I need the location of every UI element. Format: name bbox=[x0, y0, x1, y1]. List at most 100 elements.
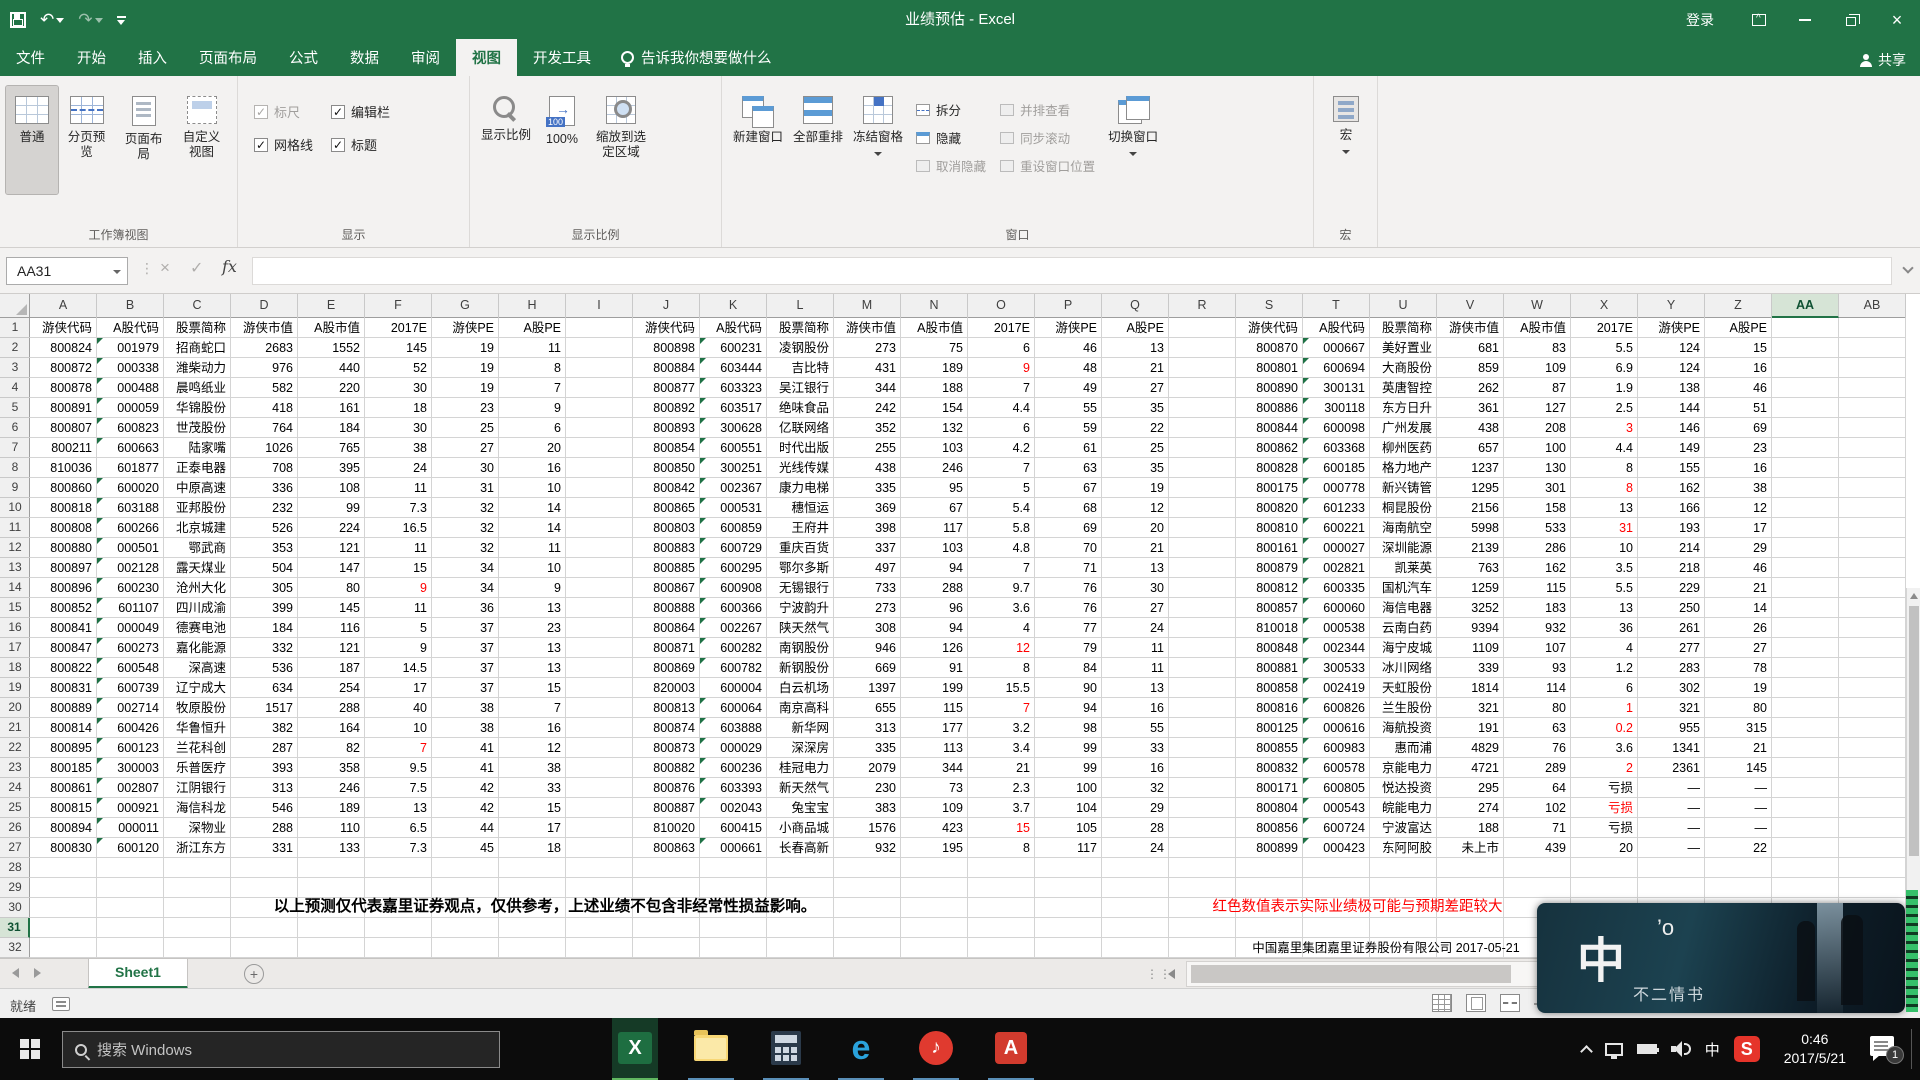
cell[interactable]: 48 bbox=[1035, 358, 1102, 378]
macro-record-icon[interactable] bbox=[52, 997, 70, 1011]
cell[interactable]: 600578 bbox=[1303, 758, 1370, 778]
cell[interactable]: 800887 bbox=[633, 798, 700, 818]
cell[interactable]: 73 bbox=[901, 778, 968, 798]
cell[interactable]: 9.5 bbox=[365, 758, 432, 778]
cell[interactable]: 358 bbox=[298, 758, 365, 778]
cell[interactable]: 8 bbox=[968, 838, 1035, 858]
cell[interactable]: 000501 bbox=[97, 538, 164, 558]
cell[interactable]: 37 bbox=[432, 658, 499, 678]
cell[interactable]: 600004 bbox=[700, 678, 767, 698]
cell[interactable]: 7.3 bbox=[365, 838, 432, 858]
cell[interactable]: 332 bbox=[231, 638, 298, 658]
cell[interactable]: 9 bbox=[499, 578, 566, 598]
cell[interactable]: 763 bbox=[1437, 558, 1504, 578]
cell[interactable]: 187 bbox=[298, 658, 365, 678]
cell[interactable]: 27 bbox=[1705, 638, 1772, 658]
cell[interactable]: 浙江东方 bbox=[164, 838, 231, 858]
cell[interactable]: 144 bbox=[1638, 398, 1705, 418]
cell[interactable]: 121 bbox=[298, 538, 365, 558]
cell[interactable]: 124 bbox=[1638, 338, 1705, 358]
cell[interactable]: 105 bbox=[1035, 818, 1102, 838]
cell[interactable]: 8 bbox=[1571, 458, 1638, 478]
cell[interactable]: 289 bbox=[1504, 758, 1571, 778]
cell[interactable]: 800847 bbox=[30, 638, 97, 658]
cell[interactable]: 603393 bbox=[700, 778, 767, 798]
cell[interactable]: 149 bbox=[1638, 438, 1705, 458]
cell[interactable]: 800879 bbox=[1236, 558, 1303, 578]
cell[interactable]: 002821 bbox=[1303, 558, 1370, 578]
cell[interactable]: 439 bbox=[1504, 838, 1571, 858]
cell[interactable]: 161 bbox=[298, 398, 365, 418]
cell[interactable]: 261 bbox=[1638, 618, 1705, 638]
cell[interactable]: 25 bbox=[432, 418, 499, 438]
cell[interactable]: 4.4 bbox=[1571, 438, 1638, 458]
cell[interactable]: 21 bbox=[1102, 358, 1169, 378]
cell[interactable]: 000538 bbox=[1303, 618, 1370, 638]
cell[interactable]: 132 bbox=[901, 418, 968, 438]
cell[interactable]: 800810 bbox=[1236, 518, 1303, 538]
cell[interactable]: 游侠市值 bbox=[834, 318, 901, 338]
cell[interactable]: 游侠市值 bbox=[231, 318, 298, 338]
cell[interactable]: 7 bbox=[499, 698, 566, 718]
column-header-T[interactable]: T bbox=[1303, 294, 1370, 318]
cell[interactable]: 6 bbox=[1571, 678, 1638, 698]
column-header-AA[interactable]: AA bbox=[1772, 294, 1839, 318]
cell[interactable]: 162 bbox=[1504, 558, 1571, 578]
cell[interactable]: 东阿阿胶 bbox=[1370, 838, 1437, 858]
cell[interactable]: 800815 bbox=[30, 798, 97, 818]
cell[interactable]: A股PE bbox=[1102, 318, 1169, 338]
cell[interactable]: 313 bbox=[834, 718, 901, 738]
cell[interactable]: 7 bbox=[968, 558, 1035, 578]
cell[interactable]: 1026 bbox=[231, 438, 298, 458]
cell[interactable]: 800870 bbox=[1236, 338, 1303, 358]
cell[interactable]: 600221 bbox=[1303, 518, 1370, 538]
show-desktop-button[interactable] bbox=[1912, 1018, 1920, 1080]
row-header-19[interactable]: 19 bbox=[0, 678, 30, 698]
switch-windows-button[interactable]: 切换窗口 bbox=[1103, 86, 1163, 194]
cell[interactable]: 27 bbox=[432, 438, 499, 458]
cell[interactable]: 4829 bbox=[1437, 738, 1504, 758]
cell[interactable]: 193 bbox=[1638, 518, 1705, 538]
cell[interactable]: 93 bbox=[1504, 658, 1571, 678]
cell[interactable]: 765 bbox=[298, 438, 365, 458]
cell[interactable]: 600231 bbox=[700, 338, 767, 358]
cell[interactable]: 沧州大化 bbox=[164, 578, 231, 598]
cell[interactable]: 96 bbox=[901, 598, 968, 618]
cell[interactable]: 398 bbox=[834, 518, 901, 538]
cell[interactable]: 广州发展 bbox=[1370, 418, 1437, 438]
cell[interactable]: 23 bbox=[499, 618, 566, 638]
cell[interactable]: 41 bbox=[432, 758, 499, 778]
tab-审阅[interactable]: 审阅 bbox=[395, 39, 456, 76]
zoom-button[interactable]: 显示比例 bbox=[476, 86, 536, 194]
cell[interactable]: 5.5 bbox=[1571, 578, 1638, 598]
cell[interactable]: 002419 bbox=[1303, 678, 1370, 698]
column-header-N[interactable]: N bbox=[901, 294, 968, 318]
name-box[interactable]: AA31 bbox=[6, 257, 128, 285]
cell[interactable]: 13 bbox=[1571, 498, 1638, 518]
cell[interactable]: 305 bbox=[231, 578, 298, 598]
cell[interactable]: 657 bbox=[1437, 438, 1504, 458]
cell[interactable]: 600064 bbox=[700, 698, 767, 718]
cell[interactable]: 600782 bbox=[700, 658, 767, 678]
cell[interactable]: — bbox=[1638, 818, 1705, 838]
cell[interactable]: 16 bbox=[499, 718, 566, 738]
cell[interactable]: 12 bbox=[1102, 498, 1169, 518]
cell[interactable]: 59 bbox=[1035, 418, 1102, 438]
cell[interactable]: 11 bbox=[499, 538, 566, 558]
sign-in-button[interactable]: 登录 bbox=[1664, 0, 1736, 40]
cell[interactable]: 94 bbox=[901, 558, 968, 578]
cell[interactable]: 195 bbox=[901, 838, 968, 858]
cell[interactable]: 800812 bbox=[1236, 578, 1303, 598]
cell[interactable]: 83 bbox=[1504, 338, 1571, 358]
cell[interactable]: 陕天然气 bbox=[767, 618, 834, 638]
formula-bar-splitter[interactable]: ⋮ bbox=[140, 260, 155, 277]
row-header-27[interactable]: 27 bbox=[0, 838, 30, 858]
cell[interactable]: 白云机场 bbox=[767, 678, 834, 698]
cell[interactable]: 369 bbox=[834, 498, 901, 518]
cell[interactable]: 15 bbox=[499, 678, 566, 698]
cell[interactable]: 000049 bbox=[97, 618, 164, 638]
cell[interactable]: 京能电力 bbox=[1370, 758, 1437, 778]
cell[interactable]: 277 bbox=[1638, 638, 1705, 658]
cell[interactable]: 深物业 bbox=[164, 818, 231, 838]
window-并排查看-button[interactable]: 并排查看 bbox=[1000, 100, 1095, 119]
